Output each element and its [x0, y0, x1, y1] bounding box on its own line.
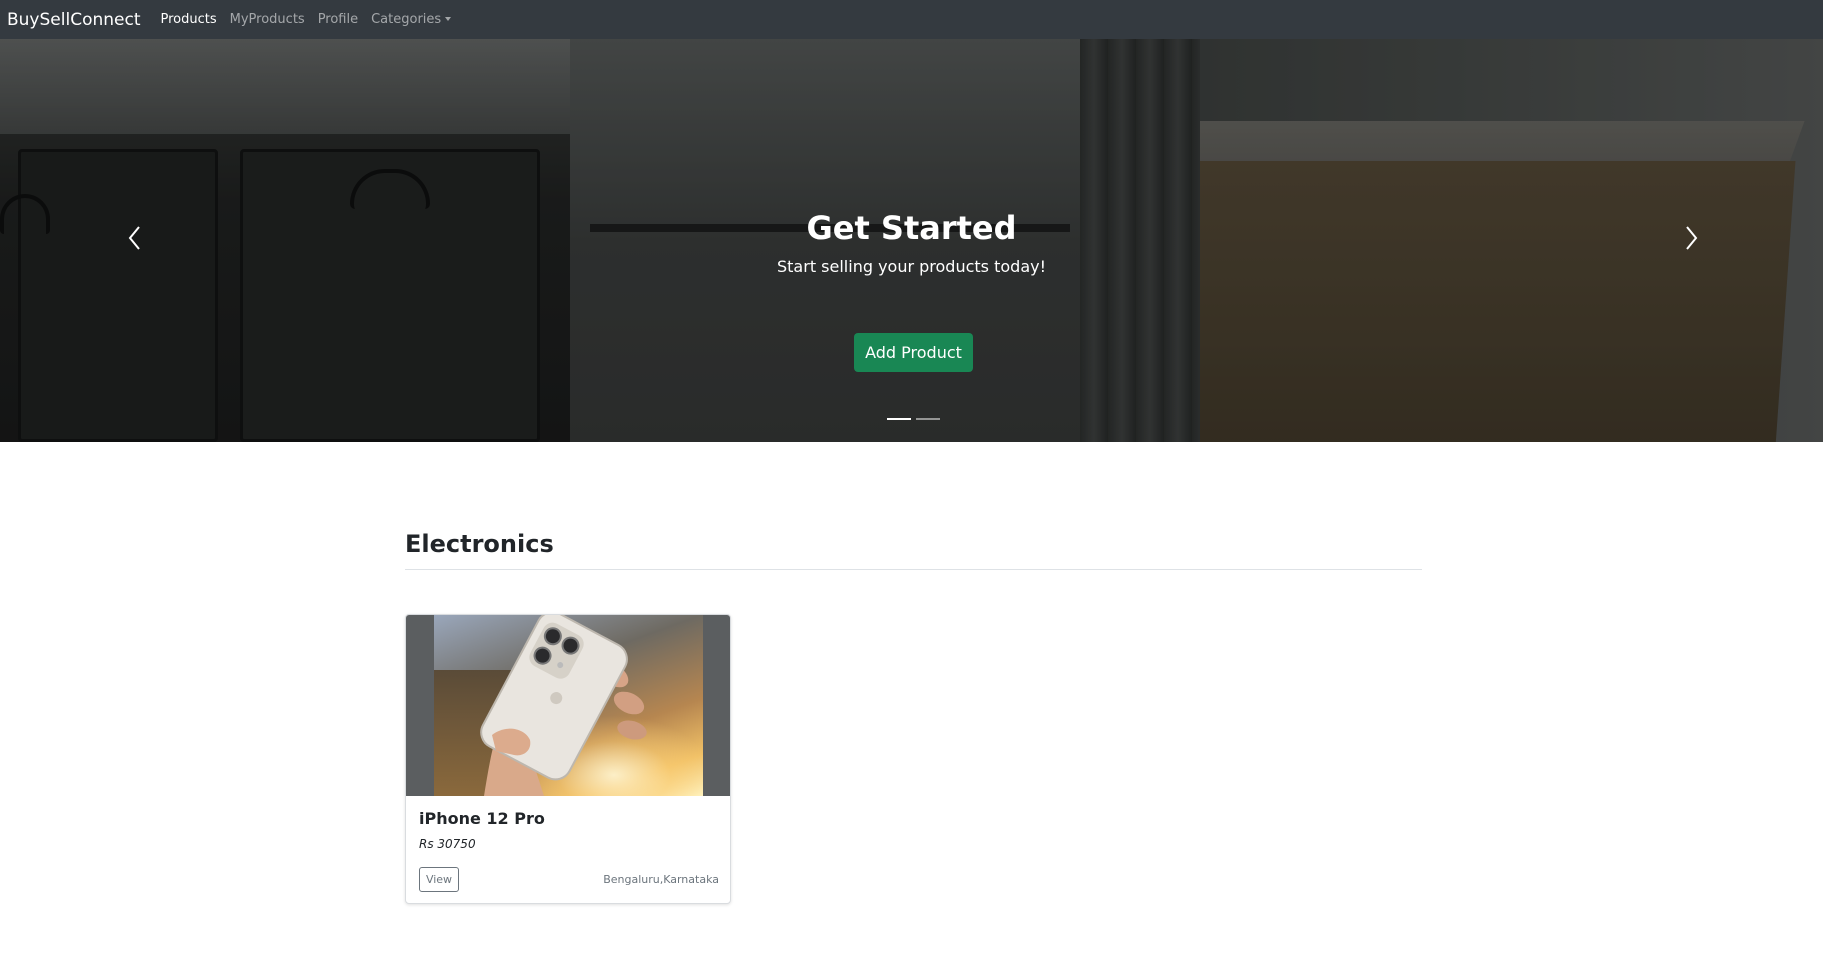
product-price: Rs 30750: [419, 837, 476, 851]
product-card: iPhone 12 Pro Rs 30750 View Bengaluru,Ka…: [405, 614, 731, 904]
product-title[interactable]: iPhone 12 Pro: [419, 809, 545, 828]
product-photo: [434, 615, 703, 796]
nav-dropdown-label: Categories: [371, 12, 442, 27]
nav-link-profile[interactable]: Profile: [318, 12, 358, 27]
phone-in-hand-illustration: [480, 615, 647, 796]
section-title-electronics: Electronics: [405, 530, 554, 558]
hero-title: Get Started: [806, 209, 1017, 247]
add-product-button[interactable]: Add Product: [854, 333, 973, 372]
product-image: [406, 615, 730, 796]
product-location: Bengaluru,Karnataka: [603, 873, 719, 886]
brand-logo[interactable]: BuySellConnect: [7, 10, 141, 30]
carousel-indicator-1[interactable]: [887, 418, 911, 420]
nav-dropdown-categories[interactable]: Categories: [371, 12, 452, 27]
hero-subtitle: Start selling your products today!: [777, 257, 1046, 276]
navbar: BuySellConnect Products MyProducts Profi…: [0, 0, 1823, 39]
nav-link-myproducts[interactable]: MyProducts: [230, 12, 305, 27]
nav-link-products[interactable]: Products: [161, 12, 217, 27]
caret-down-icon: [445, 17, 452, 21]
view-product-button[interactable]: View: [419, 867, 459, 892]
section-divider: [405, 569, 1422, 570]
carousel-indicator-2[interactable]: [916, 418, 940, 420]
